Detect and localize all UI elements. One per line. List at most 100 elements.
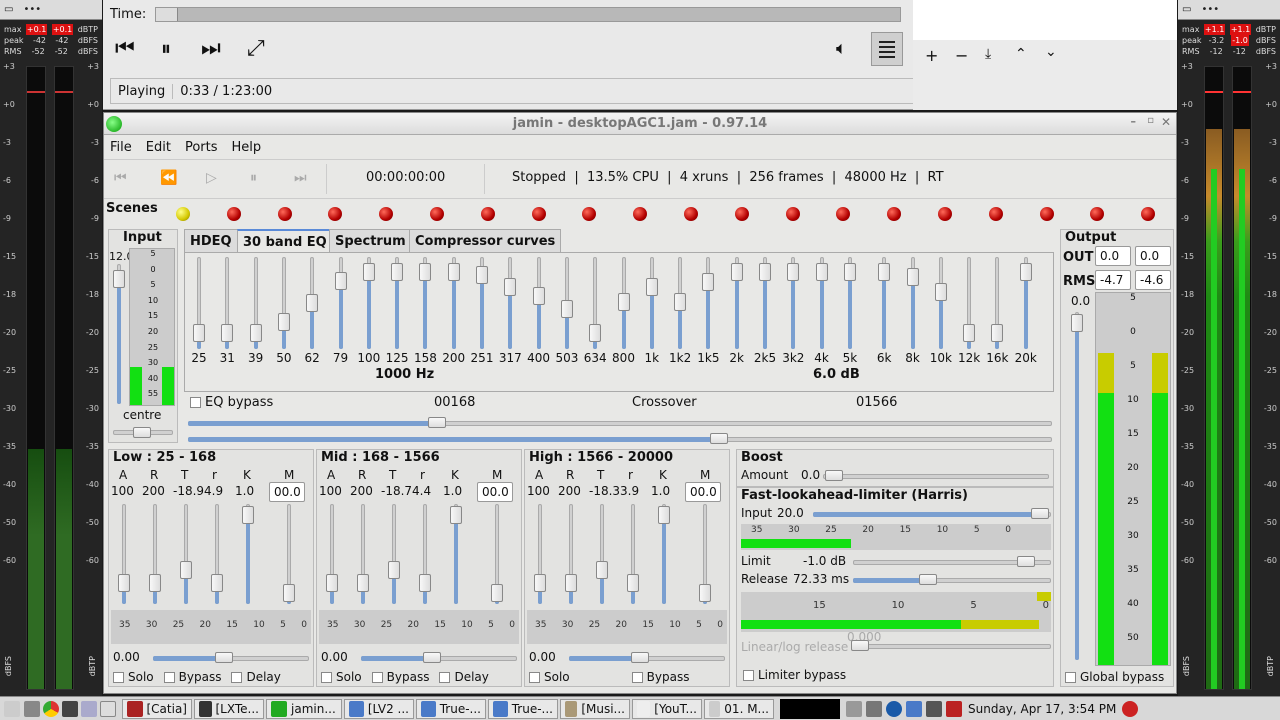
scene-14-button[interactable] — [836, 207, 851, 221]
crossover-low-slider[interactable] — [428, 417, 446, 428]
window-icon[interactable] — [81, 700, 97, 717]
band-solo-checkbox[interactable]: Solo — [113, 670, 154, 684]
scene-2-button[interactable] — [226, 207, 241, 221]
remove-icon[interactable]: − — [955, 46, 968, 65]
band-solo-checkbox[interactable]: Solo — [321, 670, 362, 684]
input-gain-slider[interactable] — [113, 270, 125, 288]
eq-band-slider-16k[interactable] — [991, 323, 1004, 342]
eq-band-slider-800[interactable] — [617, 292, 630, 311]
seek-bar[interactable] — [155, 7, 901, 22]
pause-icon[interactable]: ⏸ — [161, 36, 171, 60]
eq-band-slider-100[interactable] — [362, 262, 375, 281]
param-R-slider[interactable] — [357, 573, 369, 592]
terminal-icon[interactable] — [62, 700, 78, 717]
eq-band-slider-79[interactable] — [334, 271, 347, 290]
eq-band-slider-1k5[interactable] — [702, 273, 715, 292]
close-icon[interactable]: ✕ — [1161, 115, 1171, 129]
forward-end-icon[interactable]: ⏭ — [294, 170, 307, 186]
menu-icon[interactable]: ▭ — [4, 4, 13, 15]
param-K-slider[interactable] — [450, 505, 462, 524]
param-T-slider[interactable] — [596, 561, 608, 580]
param-r-slider[interactable] — [627, 573, 639, 592]
makeup-gain-value[interactable]: 00.0 — [685, 482, 721, 502]
eq-bypass-checkbox[interactable]: EQ bypass — [190, 395, 273, 410]
limit-slider[interactable] — [1017, 556, 1035, 567]
band-gain-slider[interactable] — [423, 652, 441, 663]
browser-icon[interactable] — [43, 700, 59, 717]
scene-20-button[interactable] — [1141, 207, 1156, 221]
taskbar-item[interactable]: jamin... — [266, 698, 342, 719]
eq-band-slider-3k2[interactable] — [787, 262, 800, 281]
eq-band-slider-200[interactable] — [447, 262, 460, 281]
param-R-slider[interactable] — [565, 573, 577, 592]
param-T-slider[interactable] — [388, 561, 400, 580]
param-A-slider[interactable] — [326, 573, 338, 592]
pan-slider[interactable] — [133, 427, 151, 438]
eq-band-slider-4k[interactable] — [815, 262, 828, 281]
eq-band-slider-1k2[interactable] — [674, 292, 687, 311]
scene-7-button[interactable] — [480, 207, 495, 221]
eq-band-slider-62[interactable] — [306, 294, 319, 312]
param-K-slider[interactable] — [242, 505, 254, 524]
skip-back-icon[interactable]: ⏮ — [115, 36, 135, 61]
menu-ports[interactable]: Ports — [185, 140, 218, 155]
eq-band-slider-5k[interactable] — [843, 262, 856, 281]
taskbar-item[interactable]: True-... — [416, 698, 486, 719]
eq-band-slider-25[interactable] — [193, 323, 205, 342]
band-bypass-checkbox[interactable]: Bypass — [631, 670, 689, 684]
skip-forward-icon[interactable]: ⏭ — [201, 36, 221, 61]
eq-band-slider-317[interactable] — [504, 277, 517, 296]
tab-spectrum[interactable]: Spectrum — [329, 229, 412, 253]
scene-12-button[interactable] — [734, 207, 749, 221]
makeup-gain-value[interactable]: 00.0 — [477, 482, 513, 502]
more-icon[interactable]: ••• — [1201, 4, 1219, 15]
band-gain-slider[interactable] — [631, 652, 649, 663]
taskbar-item[interactable]: [YouT... — [632, 698, 702, 719]
eq-band-slider-400[interactable] — [532, 286, 545, 305]
eq-band-slider-2k5[interactable] — [759, 262, 771, 281]
add-icon[interactable]: + — [925, 46, 938, 65]
param-r-slider[interactable] — [211, 573, 223, 592]
menu-file[interactable]: File — [110, 140, 132, 155]
taskbar-item[interactable]: True-... — [488, 698, 558, 719]
volume-icon[interactable] — [926, 700, 942, 717]
scene-19-button[interactable] — [1090, 207, 1105, 221]
param-M-slider[interactable] — [699, 583, 711, 602]
start-menu-icon[interactable] — [4, 700, 20, 717]
scene-3-button[interactable] — [277, 207, 292, 221]
power-icon[interactable] — [1122, 700, 1139, 717]
download-icon[interactable]: ⤓ — [985, 46, 991, 62]
rewind-icon[interactable]: ⏪ — [160, 170, 177, 186]
band-bypass-checkbox[interactable]: Bypass — [371, 670, 429, 684]
scene-8-button[interactable] — [531, 207, 546, 221]
scene-4-button[interactable] — [328, 207, 343, 221]
tab-compressor-curves[interactable]: Compressor curves — [409, 229, 562, 253]
taskbar-item[interactable]: [LXTe... — [194, 698, 264, 719]
tab-30band-eq[interactable]: 30 band EQ — [237, 229, 333, 253]
output-gain-slider[interactable] — [1071, 314, 1083, 332]
scene-15-button[interactable] — [887, 207, 902, 221]
eq-band-slider-20k[interactable] — [1019, 262, 1032, 281]
rewind-start-icon[interactable]: ⏮ — [114, 170, 127, 186]
eq-band-slider-10k[interactable] — [934, 282, 947, 301]
file-manager-icon[interactable] — [24, 700, 40, 717]
more-icon[interactable]: ••• — [23, 4, 41, 15]
param-M-slider[interactable] — [283, 583, 295, 602]
dropbox-icon[interactable] — [906, 700, 922, 717]
param-M-slider[interactable] — [491, 583, 503, 602]
makeup-gain-value[interactable]: 00.0 — [269, 482, 305, 502]
scene-13-button[interactable] — [785, 207, 800, 221]
pause-icon[interactable]: ⏸ — [250, 170, 257, 186]
scene-5-button[interactable] — [379, 207, 394, 221]
menu-icon[interactable]: ▭ — [1182, 4, 1191, 15]
play-icon[interactable]: ▷ — [206, 170, 217, 186]
menu-help[interactable]: Help — [232, 140, 262, 155]
fullscreen-icon[interactable]: ⤢ — [247, 36, 265, 61]
desktop-icon[interactable] — [100, 700, 116, 717]
eq-band-slider-31[interactable] — [221, 323, 234, 342]
menu-edit[interactable]: Edit — [146, 140, 171, 155]
taskbar-item[interactable]: 01. M... — [704, 698, 774, 719]
eq-band-slider-634[interactable] — [589, 323, 602, 342]
band-gain-slider[interactable] — [215, 652, 233, 663]
boost-amount-slider[interactable] — [825, 470, 843, 481]
